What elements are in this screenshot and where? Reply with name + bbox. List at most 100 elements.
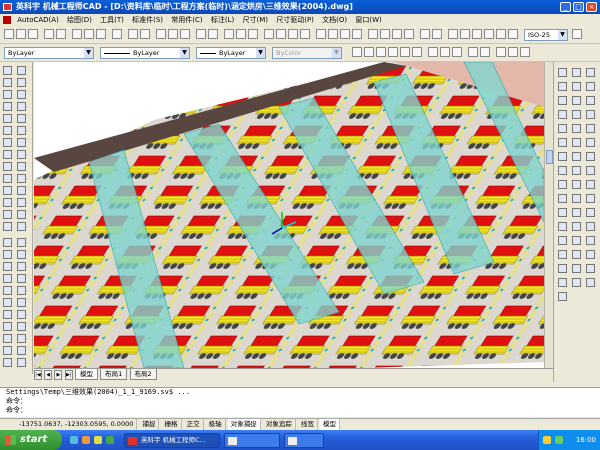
status-snap[interactable]: 捕捉: [139, 419, 160, 430]
start-button[interactable]: start: [0, 430, 62, 450]
menu-dimension[interactable]: 尺寸(M): [239, 14, 271, 26]
section-icon[interactable]: [3, 310, 12, 319]
render-icon[interactable]: [508, 29, 518, 39]
drawing-viewport[interactable]: [34, 62, 544, 368]
solid-edit-icon[interactable]: [3, 322, 12, 331]
explode-icon[interactable]: [17, 222, 26, 231]
search-icon[interactable]: [558, 292, 567, 301]
status-polar[interactable]: 极轴: [206, 419, 226, 430]
layer-select[interactable]: ByLayer ▼: [4, 47, 94, 59]
rotate-icon[interactable]: [17, 174, 26, 183]
distance-icon[interactable]: [508, 47, 518, 57]
network-icon[interactable]: [555, 436, 563, 444]
linetype-select[interactable]: ByLayer ▼: [100, 47, 190, 59]
osnap-endpoint-icon[interactable]: [316, 29, 326, 39]
status-lineweight[interactable]: 线宽: [298, 419, 318, 430]
menu-tools[interactable]: 工具(T): [97, 14, 127, 26]
osnap-tangent-icon[interactable]: [380, 29, 390, 39]
clean-icon[interactable]: [3, 346, 12, 355]
ellipse-icon[interactable]: [3, 114, 12, 123]
status-grid[interactable]: 栅格: [162, 419, 182, 430]
undo-icon[interactable]: [128, 29, 138, 39]
osnap-settings-icon[interactable]: [432, 29, 442, 39]
view-top-icon[interactable]: [586, 194, 595, 203]
measure-icon[interactable]: [558, 222, 567, 231]
menu-window[interactable]: 窗口(W): [352, 14, 384, 26]
menu-document[interactable]: 文档(O): [319, 14, 350, 26]
sphere-icon[interactable]: [17, 238, 26, 247]
torus-icon[interactable]: [17, 262, 26, 271]
tab-model[interactable]: 模型: [74, 369, 98, 380]
prev-tab-icon[interactable]: ◀: [44, 370, 53, 380]
menu-draw[interactable]: 绘图(D): [64, 14, 95, 26]
spline-icon[interactable]: [17, 102, 26, 111]
frame-icon[interactable]: [572, 152, 581, 161]
first-tab-icon[interactable]: |◀: [34, 370, 42, 380]
shell-icon[interactable]: [17, 322, 26, 331]
layer-icon[interactable]: [558, 180, 567, 189]
dimension-diameter-icon[interactable]: [300, 29, 310, 39]
polyline-tool-icon[interactable]: [236, 29, 246, 39]
erase-icon[interactable]: [17, 138, 26, 147]
chain-icon[interactable]: [586, 250, 595, 259]
extrude-icon[interactable]: [3, 274, 12, 283]
text-icon[interactable]: [3, 138, 12, 147]
cone-icon[interactable]: [17, 250, 26, 259]
separate-icon[interactable]: [17, 334, 26, 343]
dimension-aligned-icon[interactable]: [276, 29, 286, 39]
status-ortho[interactable]: 正交: [184, 419, 204, 430]
break-line-icon[interactable]: [586, 166, 595, 175]
view-side-icon[interactable]: [572, 194, 581, 203]
orbit-icon[interactable]: [496, 29, 506, 39]
shaft-icon[interactable]: [586, 96, 595, 105]
minimize-button[interactable]: _: [560, 2, 571, 12]
tab-layout2[interactable]: 布局2: [129, 369, 157, 380]
pulley-icon[interactable]: [572, 250, 581, 259]
camera-icon[interactable]: [17, 358, 26, 367]
view-front-icon[interactable]: [558, 194, 567, 203]
subtract-icon[interactable]: [17, 286, 26, 295]
linetype-icon[interactable]: [586, 180, 595, 189]
quicklaunch-folder-icon[interactable]: [94, 436, 102, 444]
view-3d-icon[interactable]: [3, 358, 12, 367]
fillet-icon[interactable]: [3, 222, 12, 231]
view-top-icon[interactable]: [448, 29, 458, 39]
revolve-icon[interactable]: [17, 274, 26, 283]
color-swatch-icon[interactable]: [572, 180, 581, 189]
draw-line-icon[interactable]: [352, 47, 362, 57]
stud-icon[interactable]: [586, 278, 595, 287]
new-file-icon[interactable]: [4, 29, 14, 39]
osnap-center-icon[interactable]: [352, 29, 362, 39]
pin-icon[interactable]: [572, 110, 581, 119]
hatch-icon[interactable]: [3, 126, 12, 135]
menu-dimension-drive[interactable]: 尺寸驱动(P): [273, 14, 317, 26]
point-icon[interactable]: [17, 114, 26, 123]
gear-icon[interactable]: [558, 82, 567, 91]
speaker-icon[interactable]: [543, 436, 551, 444]
pipe-icon[interactable]: [558, 236, 567, 245]
command-window[interactable]: Settings\Temp\三维效果(2004)_1_1_9169.sv$ ..…: [0, 387, 600, 417]
command-input[interactable]: 命令：: [6, 406, 600, 415]
osnap-intersection-icon[interactable]: [340, 29, 350, 39]
status-osnap[interactable]: 对象捕捉: [227, 419, 261, 430]
spring-icon[interactable]: [572, 96, 581, 105]
scale-icon[interactable]: [3, 186, 12, 195]
cylinder-part-icon[interactable]: [558, 264, 567, 273]
plotstyle-select[interactable]: ByColor ▼: [272, 47, 342, 59]
washer-icon[interactable]: [558, 110, 567, 119]
arc-icon[interactable]: [17, 90, 26, 99]
table-icon[interactable]: [452, 47, 462, 57]
rectangle-icon[interactable]: [3, 90, 12, 99]
aux-view-icon[interactable]: [586, 208, 595, 217]
quicklaunch-ie-icon[interactable]: [70, 436, 78, 444]
nut-icon[interactable]: [586, 82, 595, 91]
dimension-radius-icon[interactable]: [288, 29, 298, 39]
tolerance-icon[interactable]: [586, 124, 595, 133]
layer-manager-icon[interactable]: [468, 47, 478, 57]
line-tool-icon[interactable]: [224, 29, 234, 39]
key-icon[interactable]: [586, 110, 595, 119]
pan-icon[interactable]: [156, 29, 166, 39]
document-icon[interactable]: [3, 16, 11, 24]
grid-icon[interactable]: [572, 68, 581, 77]
draw-circle-icon[interactable]: [364, 47, 374, 57]
